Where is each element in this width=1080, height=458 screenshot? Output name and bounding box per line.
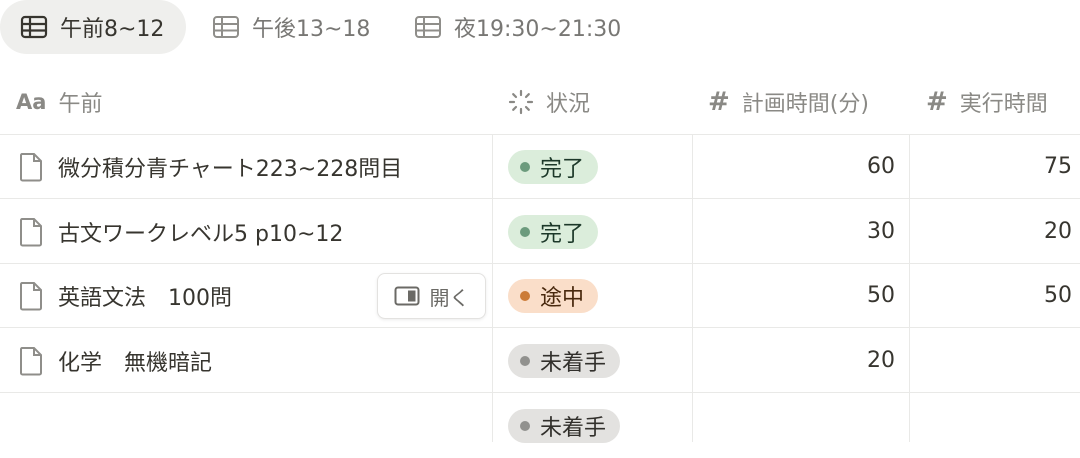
row-title: 化学 無機暗記 <box>58 350 213 376</box>
status-dot <box>520 355 530 366</box>
column-label: 状況 <box>546 92 591 117</box>
status-dot <box>520 290 530 301</box>
status-label: 未着手 <box>540 415 607 441</box>
column-header-status[interactable]: 状況 <box>508 70 590 134</box>
open-label: 開く <box>429 285 470 310</box>
status-badge: 未着手 <box>508 343 621 378</box>
actual-cell[interactable]: 20 <box>909 199 1072 264</box>
planned-cell[interactable]: 20 <box>692 328 895 393</box>
side-peek-icon <box>394 286 420 306</box>
status-dot <box>520 420 530 431</box>
column-label: 実行時間 <box>959 92 1048 117</box>
table-row[interactable]: 微分積分青チャート223~228問目 完了 60 75 <box>0 134 1080 199</box>
tab-label: 午前8~12 <box>60 17 165 42</box>
actual-cell[interactable] <box>909 393 1072 458</box>
status-cell[interactable]: 完了 <box>508 134 599 199</box>
status-spinner-icon <box>508 89 534 115</box>
title-cell[interactable]: 英語文法 100問 <box>18 263 232 328</box>
tab-night[interactable]: 夜19:30~21:30 <box>394 0 638 54</box>
column-label: 午前 <box>58 92 103 117</box>
tab-label: 午後13~18 <box>252 17 371 42</box>
table-row[interactable]: 未着手 <box>0 393 1080 458</box>
status-cell[interactable]: 完了 <box>508 199 599 264</box>
title-cell[interactable]: 微分積分青チャート223~228問目 <box>18 134 402 199</box>
status-badge: 完了 <box>508 149 599 184</box>
table-row[interactable]: 古文ワークレベル5 p10~12 完了 30 20 <box>0 199 1080 264</box>
status-cell[interactable]: 途中 <box>508 263 599 328</box>
planned-cell[interactable] <box>692 393 895 458</box>
actual-cell[interactable]: 50 <box>909 263 1072 328</box>
page-icon <box>18 281 44 311</box>
column-header-title[interactable]: Aa 午前 <box>16 70 102 134</box>
table-icon <box>20 15 48 39</box>
status-badge: 未着手 <box>508 408 621 443</box>
planned-cell[interactable]: 30 <box>692 199 895 264</box>
view-tabs: 午前8~12 午後13~18 夜19:30~21:30 <box>0 0 1080 56</box>
title-cell[interactable]: 古文ワークレベル5 p10~12 <box>18 199 343 264</box>
page-icon <box>18 346 44 376</box>
text-property-icon: Aa <box>16 90 47 114</box>
tab-morning[interactable]: 午前8~12 <box>0 0 186 54</box>
page-icon <box>18 217 44 247</box>
table-row[interactable]: 化学 無機暗記 未着手 20 <box>0 328 1080 393</box>
status-dot <box>520 226 530 237</box>
row-title: 微分積分青チャート223~228問目 <box>58 156 403 182</box>
status-cell[interactable]: 未着手 <box>508 328 621 393</box>
status-cell[interactable]: 未着手 <box>508 393 621 458</box>
table-icon <box>212 15 240 39</box>
row-title: 英語文法 100問 <box>58 285 232 311</box>
status-label: 完了 <box>540 221 585 247</box>
status-dot <box>520 161 530 172</box>
table-icon <box>414 15 442 39</box>
tab-afternoon[interactable]: 午後13~18 <box>192 0 390 54</box>
actual-cell[interactable] <box>909 328 1072 393</box>
actual-cell[interactable]: 75 <box>909 134 1072 199</box>
page-icon <box>18 152 44 182</box>
tab-label: 夜19:30~21:30 <box>454 17 622 42</box>
status-badge: 完了 <box>508 214 599 249</box>
table-row[interactable]: 英語文法 100問 途中 50 50 <box>0 263 1080 328</box>
status-label: 途中 <box>540 285 585 311</box>
number-property-icon: # <box>708 87 730 117</box>
column-header-planned[interactable]: # 計画時間(分) <box>708 70 869 134</box>
column-header-actual[interactable]: # 実行時間 <box>926 70 1048 134</box>
row-title: 古文ワークレベル5 p10~12 <box>58 221 344 247</box>
number-property-icon: # <box>926 87 948 117</box>
planned-cell[interactable]: 50 <box>692 263 895 328</box>
status-badge: 途中 <box>508 278 599 313</box>
status-label: 未着手 <box>540 350 607 376</box>
column-label: 計画時間(分) <box>741 92 869 117</box>
open-page-button[interactable]: 開く <box>377 273 486 319</box>
status-label: 完了 <box>540 156 585 182</box>
planned-cell[interactable]: 60 <box>692 134 895 199</box>
title-cell[interactable]: 化学 無機暗記 <box>18 328 212 393</box>
